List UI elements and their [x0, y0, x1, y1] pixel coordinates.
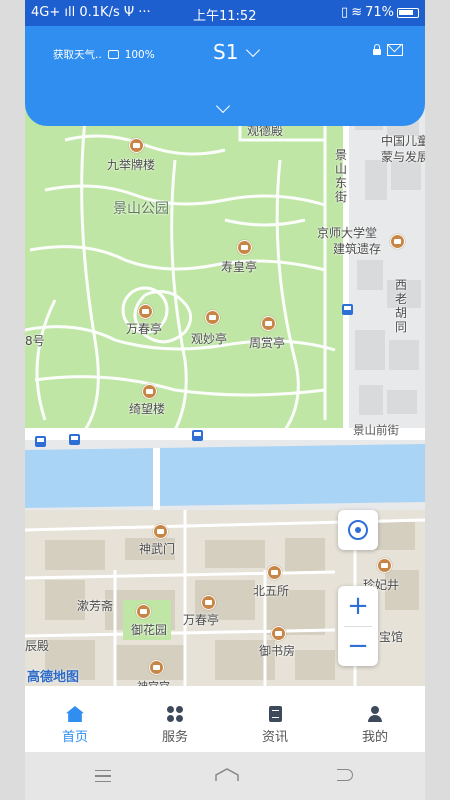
clock: 上午11:52 — [193, 9, 257, 24]
poi-marker[interactable] — [136, 604, 151, 619]
expand-button[interactable] — [215, 96, 231, 115]
map-label: 万春亭 — [126, 322, 163, 336]
tab-me[interactable]: 我的 — [325, 686, 425, 752]
home-icon — [66, 706, 84, 722]
battery-percent: 71% — [365, 5, 394, 20]
poi-marker[interactable] — [138, 304, 153, 319]
map-label: 景山东街 — [335, 148, 348, 204]
map-label: 宝馆 — [379, 630, 404, 644]
poi-marker[interactable] — [142, 384, 157, 399]
menu-icon[interactable] — [95, 770, 111, 782]
poi-marker[interactable] — [153, 524, 168, 539]
map-label: 御书房 — [259, 644, 296, 658]
back-icon[interactable] — [337, 769, 353, 781]
poi-marker[interactable] — [201, 595, 216, 610]
map-label: 8号 — [25, 334, 45, 348]
weather-info[interactable]: 获取天气.. 100% — [53, 47, 155, 62]
vibrate-icon: ▯ — [341, 5, 349, 20]
map-label: 绮望楼 — [129, 402, 166, 416]
header-icons — [373, 44, 403, 56]
header-panel: 获取天气.. 100% S1 — [25, 26, 425, 126]
tab-label: 我的 — [361, 730, 388, 745]
poi-marker[interactable] — [205, 310, 220, 325]
zoom-control: + − — [338, 586, 378, 666]
zoom-out-button[interactable]: − — [338, 626, 378, 666]
map-label: 蒙与发展 — [381, 150, 425, 164]
map-label: 景山公园 — [113, 201, 169, 217]
expand-chevron-icon — [215, 98, 231, 114]
battery-device-icon — [107, 50, 119, 59]
status-bar: 4G+ ıll 0.1K/s Ψ ··· 上午11:52 ▯ ≋ 71% — [25, 0, 425, 26]
status-left: 4G+ ıll 0.1K/s Ψ ··· — [31, 5, 151, 20]
usb-icon: Ψ — [123, 5, 135, 20]
lock-icon[interactable] — [373, 44, 381, 55]
map-label: 神武门 — [139, 542, 176, 556]
user-icon — [366, 706, 384, 722]
station-selector[interactable]: S1 — [213, 40, 261, 64]
poi-marker[interactable] — [149, 660, 164, 675]
poi-marker[interactable] — [377, 558, 392, 573]
bus-stop-icon[interactable] — [35, 436, 46, 447]
map-label: 辰殿 — [25, 639, 50, 653]
network-speed: 0.1K/s — [79, 5, 120, 20]
wifi-icon: ≋ — [351, 5, 363, 20]
poi-marker[interactable] — [390, 234, 405, 249]
map-label: 万春亭 — [183, 613, 220, 627]
device-battery: 100% — [124, 48, 155, 61]
map-label: 景山前街 — [353, 423, 399, 437]
signal-icon: ıll — [64, 5, 76, 20]
station-name: S1 — [213, 40, 239, 64]
poi-marker[interactable] — [129, 138, 144, 153]
bottom-tab-bar: 首页 服务 资讯 我的 — [25, 686, 425, 752]
battery-icon — [397, 7, 419, 18]
map-label: 神宫宫 — [137, 678, 170, 686]
zoom-in-button[interactable]: + — [338, 586, 378, 626]
phone-screen: 4G+ ıll 0.1K/s Ψ ··· 上午11:52 ▯ ≋ 71% 观德殿… — [25, 0, 425, 800]
map-label: 北五所 — [253, 584, 290, 598]
amap-logo: 高德地图 — [27, 670, 80, 685]
weather-text: 获取天气.. — [53, 49, 102, 61]
tab-home[interactable]: 首页 — [25, 686, 125, 752]
tab-label: 资讯 — [261, 730, 288, 745]
tab-services[interactable]: 服务 — [125, 686, 225, 752]
map-label: 京师大学堂 — [317, 226, 378, 240]
tab-news[interactable]: 资讯 — [225, 686, 325, 752]
map-label: 西老胡同 — [395, 278, 408, 334]
tab-label: 服务 — [161, 730, 188, 745]
news-icon — [268, 706, 282, 722]
system-nav-bar — [25, 752, 425, 800]
bus-stop-icon[interactable] — [342, 304, 353, 315]
status-right: ▯ ≋ 71% — [341, 5, 419, 20]
locate-icon — [348, 520, 368, 540]
map-label: 寿皇亭 — [221, 260, 258, 274]
map-label: 九举牌楼 — [107, 158, 156, 172]
map-label: 周赏亭 — [249, 336, 286, 350]
map-label: 中国儿童 — [381, 134, 425, 148]
map-label: 漱芳斋 — [77, 599, 114, 613]
poi-marker[interactable] — [237, 240, 252, 255]
map-label: 御花园 — [131, 623, 168, 637]
poi-marker[interactable] — [267, 565, 282, 580]
more-status: ··· — [138, 5, 151, 20]
map-label: 观妙亭 — [191, 332, 228, 346]
poi-marker[interactable] — [271, 626, 286, 641]
mail-icon[interactable] — [387, 44, 403, 56]
network-type: 4G+ — [31, 5, 61, 20]
home-nav-icon[interactable] — [215, 768, 239, 782]
bus-stop-icon[interactable] — [69, 434, 80, 445]
bus-stop-icon[interactable] — [192, 430, 203, 441]
tab-label: 首页 — [61, 730, 88, 745]
map-view[interactable]: 观德殿 九举牌楼 景山公园 寿皇亭 万春亭 观妙亭 周赏亭 绮望楼 景山前街 景… — [25, 100, 425, 686]
poi-marker[interactable] — [261, 316, 276, 331]
locate-button[interactable] — [338, 510, 378, 550]
map-label: 建筑遗存 — [333, 242, 382, 256]
services-icon — [166, 706, 184, 722]
chevron-down-icon — [246, 42, 261, 57]
